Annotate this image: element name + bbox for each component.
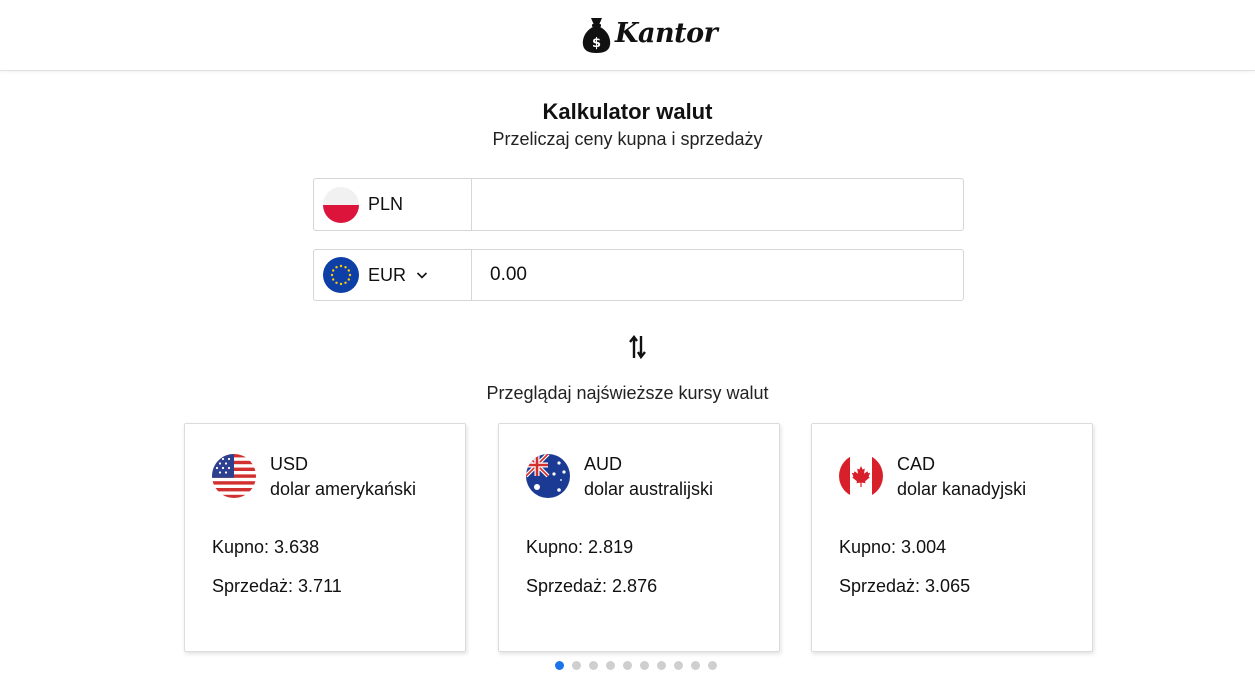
carousel-dot[interactable] (708, 661, 717, 670)
carousel-pagination (555, 661, 717, 670)
to-currency-row: EUR (313, 249, 964, 301)
carousel-dot[interactable] (572, 661, 581, 670)
rate-card-cad[interactable]: CAD dolar kanadyjski Kupno: 3.004 Sprzed… (811, 423, 1093, 652)
currency-name: dolar amerykański (270, 479, 417, 499)
carousel-dot[interactable] (691, 661, 700, 670)
sell-rate: Sprzedaż: 2.876 (526, 576, 658, 596)
from-currency-code: PLN (368, 194, 404, 214)
header: $ Kantor (0, 0, 1255, 71)
svg-text:$: $ (592, 36, 601, 51)
currency-name: dolar australijski (584, 479, 714, 499)
buy-rate: Kupno: 3.638 (212, 537, 320, 557)
currency-code: CAD (897, 454, 936, 474)
calculator-title: Kalkulator walut (542, 99, 713, 124)
rates-heading: Przeglądaj najświeższe kursy walut (486, 383, 769, 403)
carousel-dot[interactable] (674, 661, 683, 670)
carousel-dot[interactable] (555, 661, 564, 670)
sell-rate: Sprzedaż: 3.065 (839, 576, 971, 596)
currency-code: AUD (584, 454, 623, 474)
chevron-down-icon (416, 272, 428, 279)
to-currency-select[interactable]: EUR (314, 250, 472, 300)
calculator-subtitle: Przeliczaj ceny kupna i sprzedaży (492, 129, 763, 149)
carousel-dot[interactable] (640, 661, 649, 670)
rate-card-aud[interactable]: AUD dolar australijski Kupno: 2.819 Sprz… (498, 423, 780, 652)
from-amount-input[interactable] (472, 179, 963, 230)
currency-code: USD (270, 454, 309, 474)
canada-flag-icon (839, 454, 883, 498)
carousel-dot[interactable] (589, 661, 598, 670)
to-currency-code: EUR (368, 264, 407, 285)
carousel-dot[interactable] (606, 661, 615, 670)
logo[interactable]: $ Kantor (581, 15, 718, 55)
money-bag-icon: $ (582, 18, 611, 53)
buy-rate: Kupno: 3.004 (839, 537, 947, 557)
currency-name: dolar kanadyjski (897, 479, 1027, 499)
poland-flag-icon (323, 186, 359, 223)
usa-flag-icon (212, 454, 256, 498)
to-amount-output[interactable] (472, 250, 963, 300)
swap-arrows-icon[interactable] (627, 334, 649, 360)
eu-flag-icon (323, 257, 359, 293)
carousel-dot[interactable] (623, 661, 632, 670)
logo-text: Kantor (615, 17, 718, 49)
from-currency-box: PLN (314, 179, 472, 230)
buy-rate: Kupno: 2.819 (526, 537, 634, 557)
sell-rate: Sprzedaż: 3.711 (212, 576, 342, 596)
australia-flag-icon (526, 454, 570, 498)
carousel-dot[interactable] (657, 661, 666, 670)
rate-card-usd[interactable]: USD dolar amerykański Kupno: 3.638 Sprze… (184, 423, 466, 652)
from-currency-row: PLN (313, 178, 964, 231)
